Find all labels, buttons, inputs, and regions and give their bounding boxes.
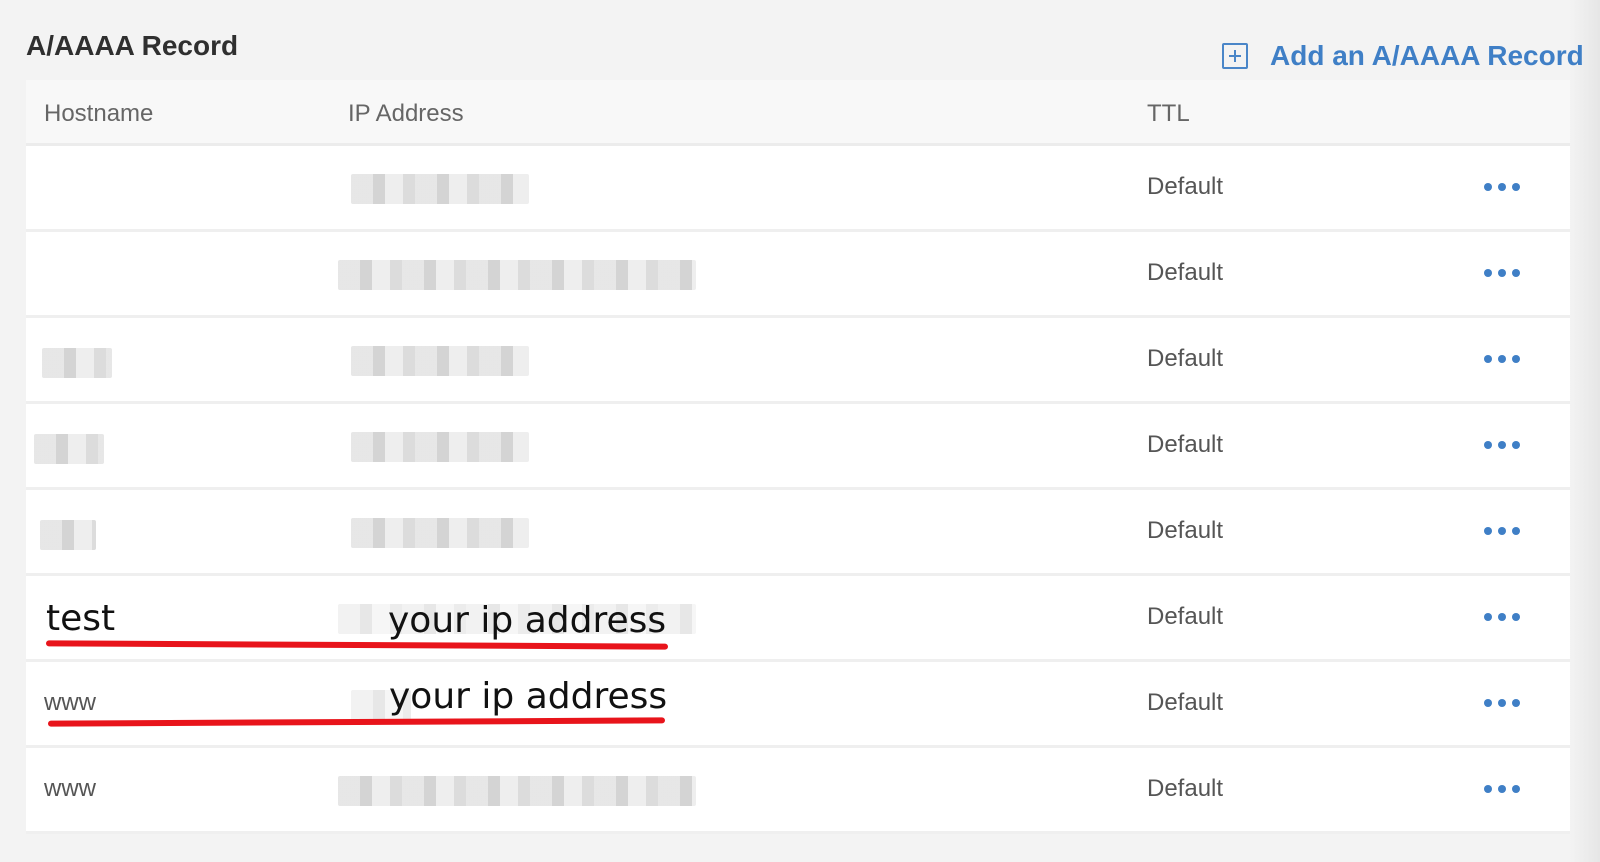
ttl-cell: Default (1147, 517, 1224, 544)
annotation-underline (47, 717, 666, 727)
column-header-ip-address: IP Address (348, 100, 464, 127)
hostname-cell: test (46, 598, 116, 639)
table-row: test your ip address Default (26, 576, 1570, 662)
dot (1498, 785, 1506, 793)
dot (1484, 269, 1492, 277)
add-record-button[interactable]: Add an A/AAAA Record (1222, 40, 1584, 72)
table-row: www Default (26, 748, 1570, 834)
dot (1498, 183, 1506, 191)
ip-annotation: your ip address (389, 676, 668, 717)
plus-square-icon (1222, 43, 1248, 69)
dot (1484, 355, 1492, 363)
dot (1498, 355, 1506, 363)
row-more-button[interactable] (1484, 172, 1520, 202)
dot (1512, 269, 1520, 277)
section-title: A/AAAA Record (26, 30, 239, 61)
redacted-ip (351, 432, 529, 462)
dot (1484, 527, 1492, 535)
table-header: Hostname IP Address TTL (26, 80, 1570, 146)
ttl-cell: Default (1147, 689, 1224, 716)
row-more-button[interactable] (1484, 602, 1520, 632)
table-row: www your ip address Default (26, 662, 1570, 748)
hostname-cell: www (44, 775, 96, 802)
ip-annotation: your ip address (388, 600, 667, 641)
redacted-hostname (34, 434, 104, 464)
redacted-ip (351, 346, 529, 376)
row-more-button[interactable] (1484, 430, 1520, 460)
redacted-ip (338, 260, 696, 290)
column-header-ttl: TTL (1147, 100, 1190, 127)
add-record-label: Add an A/AAAA Record (1270, 40, 1584, 71)
table-row: Default (26, 318, 1570, 404)
redacted-hostname (42, 348, 112, 378)
row-more-button[interactable] (1484, 516, 1520, 546)
dot (1498, 613, 1506, 621)
dot (1484, 699, 1492, 707)
dot (1498, 441, 1506, 449)
dot (1512, 527, 1520, 535)
row-more-button[interactable] (1484, 258, 1520, 288)
column-header-hostname: Hostname (44, 100, 154, 127)
dot (1512, 355, 1520, 363)
redacted-ip (351, 518, 529, 548)
dot (1498, 527, 1506, 535)
table-row: Default (26, 146, 1570, 232)
dot (1484, 785, 1492, 793)
dot (1498, 699, 1506, 707)
ttl-cell: Default (1147, 259, 1224, 286)
dot (1512, 699, 1520, 707)
row-more-button[interactable] (1484, 688, 1520, 718)
ttl-cell: Default (1147, 173, 1224, 200)
dot (1512, 441, 1520, 449)
ttl-cell: Default (1147, 431, 1224, 458)
table-row: Default (26, 490, 1570, 576)
dot (1512, 785, 1520, 793)
ttl-cell: Default (1147, 775, 1224, 802)
dot (1512, 183, 1520, 191)
table-row: Default (26, 232, 1570, 318)
row-more-button[interactable] (1484, 344, 1520, 374)
row-more-button[interactable] (1484, 774, 1520, 804)
redacted-ip (351, 174, 529, 204)
redacted-ip (338, 776, 696, 806)
dot (1498, 269, 1506, 277)
records-table: Hostname IP Address TTL Default Default … (26, 80, 1570, 836)
dot (1484, 183, 1492, 191)
page-edge-shadow (1570, 0, 1600, 862)
hostname-cell: www (44, 689, 96, 716)
dot (1484, 613, 1492, 621)
ttl-cell: Default (1147, 603, 1224, 630)
redacted-hostname (40, 520, 96, 550)
ttl-cell: Default (1147, 345, 1224, 372)
dot (1512, 613, 1520, 621)
table-row: Default (26, 404, 1570, 490)
annotation-underline (45, 640, 669, 650)
dot (1484, 441, 1492, 449)
